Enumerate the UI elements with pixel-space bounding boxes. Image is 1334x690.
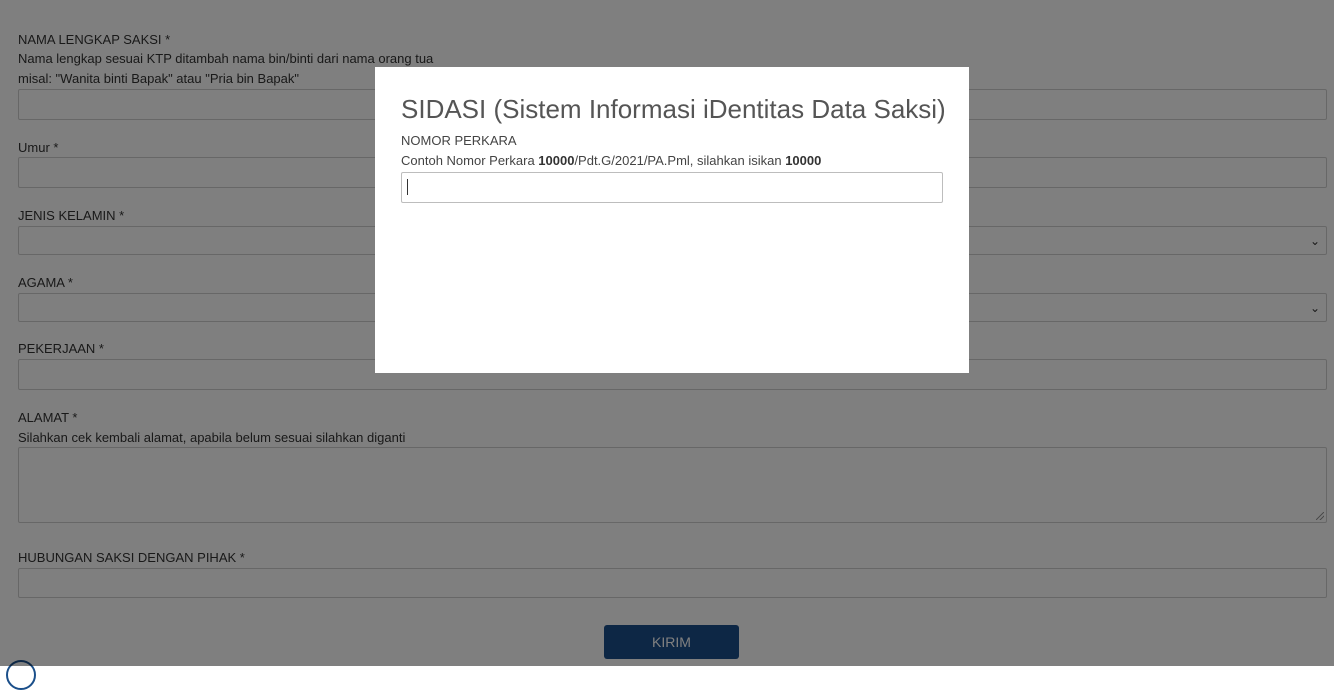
nomor-perkara-label: NOMOR PERKARA xyxy=(401,133,517,148)
hint-example-number: 10000 xyxy=(538,153,575,168)
modal-title: SIDASI (Sistem Informasi iDentitas Data … xyxy=(401,94,946,124)
nomor-perkara-hint: Contoh Nomor Perkara 10000/Pdt.G/2021/PA… xyxy=(401,153,821,168)
hint-middle: /Pdt.G/2021/PA.Pml, silahkan isikan xyxy=(574,153,786,168)
nomor-perkara-modal: SIDASI (Sistem Informasi iDentitas Data … xyxy=(375,67,969,373)
text-caret xyxy=(407,179,408,195)
nomor-perkara-input[interactable] xyxy=(401,172,943,203)
hint-prefix: Contoh Nomor Perkara xyxy=(401,153,539,168)
hint-fill-number: 10000 xyxy=(785,153,822,168)
